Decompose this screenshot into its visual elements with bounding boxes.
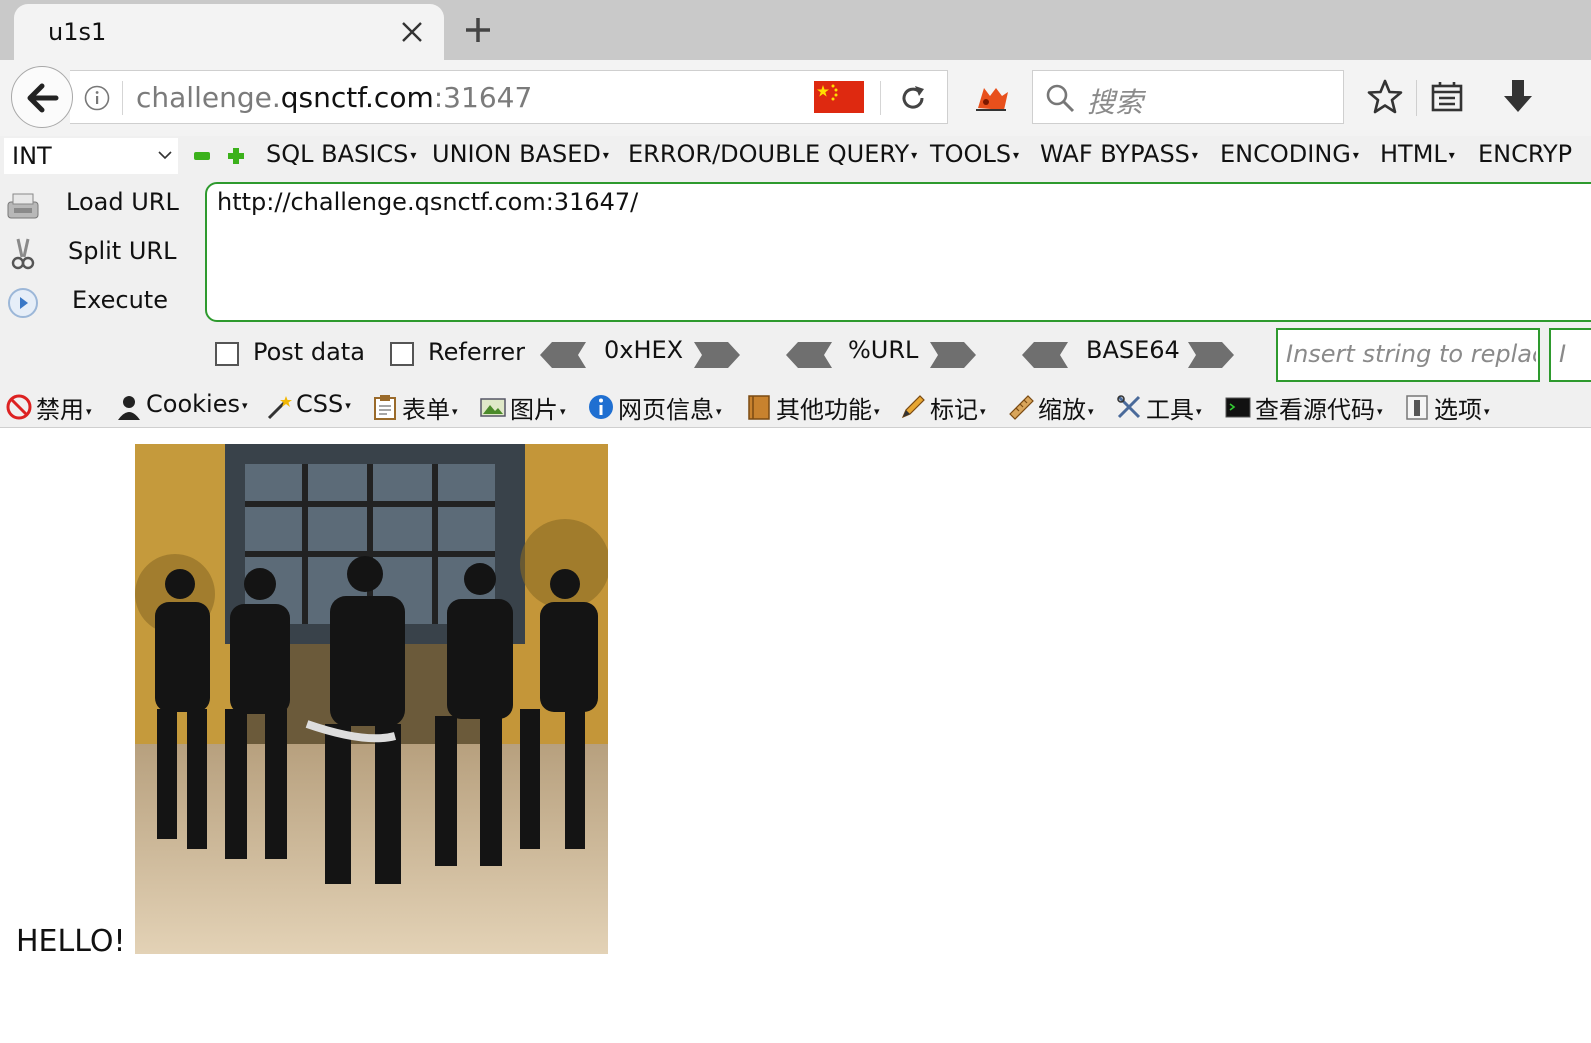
forms-menu[interactable]: 表单 ▾ [372,388,472,424]
navigation-bar: challenge.qsnctf.com:31647 搜索 [0,60,1591,136]
execute-label: Execute [72,286,168,314]
images-menu[interactable]: 图片 ▾ [480,388,580,424]
post-data-label: Post data [253,338,365,366]
load-url-label: Load URL [66,188,179,216]
load-url-button[interactable]: Load URL [6,184,196,224]
url-decode-arrow-icon[interactable] [786,342,832,368]
checkbox[interactable] [390,342,414,366]
split-url-label: Split URL [68,237,177,265]
menu-encoding[interactable]: ENCODING ▾ [1220,140,1359,168]
replace-placeholder: Insert string to replace [1286,340,1536,368]
css-menu[interactable]: CSS ▾ [266,388,362,422]
arrow-left-icon [27,83,59,113]
magic-wand-icon [267,396,292,420]
image-icon [480,398,506,417]
menu-html[interactable]: HTML ▾ [1380,140,1455,168]
hackbar-panel: INT SQL BASICS ▾ UNION BASED ▾ ERROR/DOUBL… [0,136,1591,382]
play-icon [8,288,38,318]
menu-sql-basics[interactable]: SQL BASICS ▾ [266,140,416,168]
info-icon[interactable] [84,85,110,111]
url-textarea[interactable]: http://challenge.qsnctf.com:31647/ [205,182,1591,322]
web-developer-toolbar: 禁用 ▾ Cookies ▾ CSS ▾ 表单 ▾ 图片 ▾ 网页信息 ▾ 其他… [0,382,1591,428]
checkbox[interactable] [215,342,239,366]
pencil-icon [901,395,925,419]
options-menu[interactable]: 选项 ▾ [1404,388,1504,424]
wrench-icon [1117,395,1141,419]
outline-menu[interactable]: 标记 ▾ [900,388,1000,424]
url-textarea-value: http://challenge.qsnctf.com:31647/ [217,188,639,216]
base64-decode-arrow-icon[interactable] [1022,342,1068,368]
divider [880,81,881,115]
menu-waf-bypass[interactable]: WAF BYPASS ▾ [1040,140,1198,168]
plus-icon[interactable] [226,146,246,166]
info-icon [589,395,613,419]
options-icon [1406,395,1428,420]
new-tab-icon[interactable] [462,14,494,46]
menu-union-based[interactable]: UNION BASED ▾ [432,140,609,168]
extension-fox-icon[interactable] [972,78,1012,118]
load-url-icon [7,193,39,219]
download-icon[interactable] [1500,78,1536,116]
clipboard-icon [374,395,396,420]
tab-title: u1s1 [48,18,107,46]
split-url-button[interactable]: Split URL [6,233,196,273]
dancing-group-image [135,444,608,954]
divider [122,81,123,115]
disable-icon [6,394,32,420]
minus-icon[interactable] [194,152,210,160]
menu-encryption[interactable]: ENCRYP [1478,140,1572,168]
reload-icon[interactable] [898,83,928,113]
address-bar[interactable]: challenge.qsnctf.com:31647 [70,70,948,124]
url-encode-label: %URL [848,336,919,364]
back-button[interactable] [11,66,73,128]
post-data-checkbox[interactable]: Post data [215,338,365,370]
disable-menu[interactable]: 禁用 ▾ [6,388,106,424]
menu-tools[interactable]: TOOLS ▾ [930,140,1019,168]
view-source-menu[interactable]: 查看源代码 ▾ [1225,388,1395,424]
search-input[interactable]: 搜索 [1032,70,1344,124]
china-flag-icon[interactable] [814,81,864,113]
replace-string-input[interactable]: Insert string to replace [1276,328,1540,382]
book-icon [748,395,770,420]
referrer-checkbox[interactable]: Referrer [390,338,530,370]
cookies-menu[interactable]: Cookies ▾ [116,388,256,422]
replace-with-placeholder: I [1559,340,1567,368]
tab-strip: u1s1 [0,0,1591,62]
close-icon[interactable] [400,20,424,44]
user-icon [118,396,140,420]
hex-decode-arrow-icon[interactable] [540,342,586,368]
divider [1416,80,1417,116]
chevron-down-icon [158,151,172,160]
hex-label: 0xHEX [604,336,684,364]
hello-text: HELLO! [16,924,126,959]
ruler-icon [1009,395,1034,420]
menu-error-double-query[interactable]: ERROR/DOUBLE QUERY ▾ [628,140,917,168]
base64-encode-arrow-icon[interactable] [1188,342,1234,368]
url-text[interactable]: challenge.qsnctf.com:31647 [136,81,532,114]
scissors-icon [11,238,35,270]
search-icon [1046,84,1075,113]
base64-label: BASE64 [1086,336,1180,364]
page-info-menu[interactable]: 网页信息 ▾ [588,388,736,424]
tools-menu[interactable]: 工具 ▾ [1116,388,1216,424]
misc-menu[interactable]: 其他功能 ▾ [746,388,892,424]
bookmark-star-icon[interactable] [1366,78,1404,116]
tab-u1s1[interactable]: u1s1 [14,4,444,62]
int-select[interactable]: INT [4,138,178,174]
referrer-label: Referrer [428,338,525,366]
replace-with-input[interactable]: I [1549,328,1591,382]
url-encode-arrow-icon[interactable] [930,342,976,368]
resize-menu[interactable]: 缩放 ▾ [1008,388,1108,424]
library-icon[interactable] [1430,80,1464,114]
int-select-value: INT [12,142,52,170]
terminal-icon [1225,397,1251,418]
search-placeholder: 搜索 [1087,86,1144,119]
hex-encode-arrow-icon[interactable] [694,342,740,368]
execute-button[interactable]: Execute [6,282,196,322]
